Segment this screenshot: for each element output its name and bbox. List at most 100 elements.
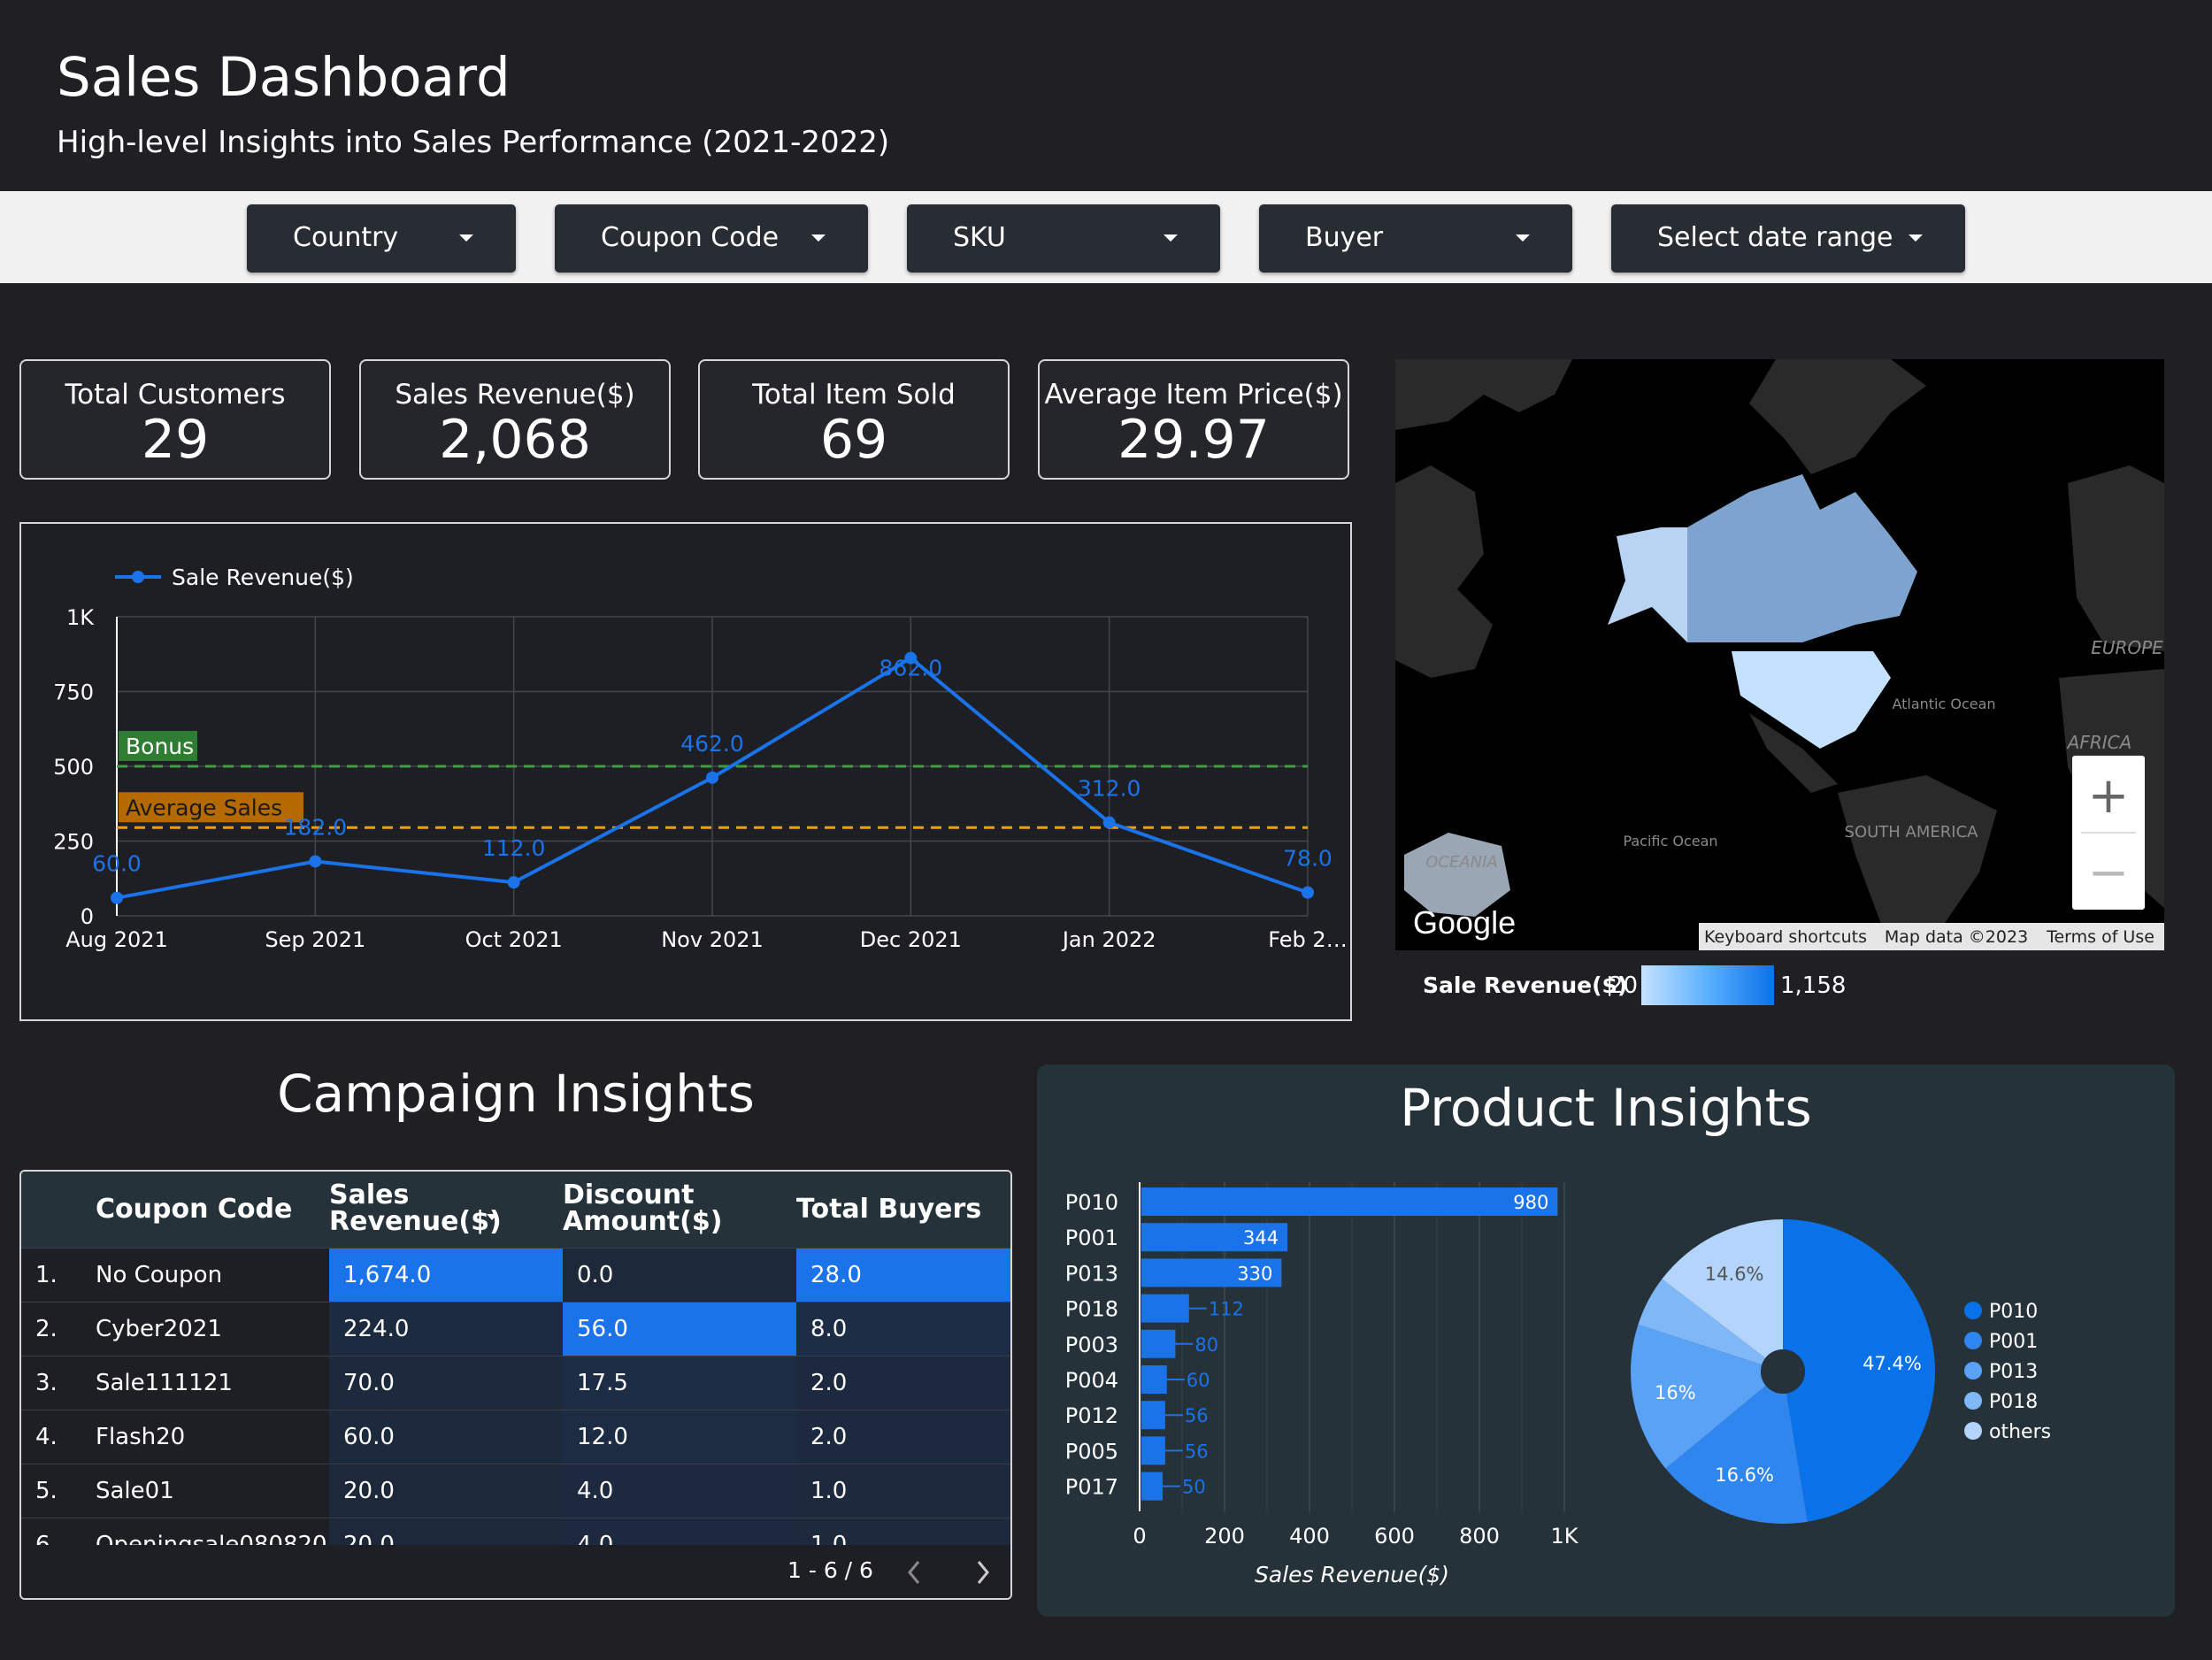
country-filter[interactable]: Country	[247, 204, 516, 273]
cell-idx: 2.	[35, 1316, 58, 1342]
kpi-sales-revenue: Sales Revenue($) 2,068	[359, 359, 671, 480]
kpi-label: Average Item Price($)	[1044, 379, 1343, 411]
kpi-value: 2,068	[439, 409, 591, 471]
data-label: 312.0	[1078, 776, 1141, 802]
y-tick-label: 0	[81, 904, 94, 929]
coupon-code-filter-label: Coupon Code	[601, 222, 780, 253]
buyer-filter[interactable]: Buyer	[1259, 204, 1572, 273]
next-page-icon[interactable]	[977, 1561, 989, 1584]
map-legend-min: 20	[1609, 972, 1639, 999]
reference-label: Bonus	[119, 731, 197, 761]
data-point	[1302, 886, 1314, 899]
data-label: 862.0	[879, 656, 943, 681]
cell-discount: 12.0	[563, 1410, 796, 1464]
x-tick-label: Sep 2021	[265, 927, 365, 952]
caret-down-icon	[1164, 234, 1178, 242]
reference-label-text: Bonus	[126, 734, 194, 759]
sku-filter[interactable]: SKU	[907, 204, 1220, 273]
data-label: 60.0	[92, 851, 142, 877]
keyboard-shortcuts-link[interactable]: Keyboard shortcuts	[1704, 927, 1867, 947]
page-title: Sales Dashboard	[57, 46, 511, 109]
x-tick-label: Jan 2022	[1061, 927, 1156, 952]
campaign-insights-title: Campaign Insights	[277, 1064, 755, 1124]
y-tick-label: 250	[53, 830, 94, 855]
data-point	[309, 855, 322, 868]
zoom-in-button[interactable]: +	[2088, 767, 2130, 825]
data-label: 112.0	[482, 835, 546, 861]
cell-idx: 3.	[35, 1370, 58, 1396]
cell-discount: 56.0	[563, 1303, 796, 1356]
cell-code: No Coupon	[96, 1262, 223, 1288]
map-label-oceania: OCEANIA	[1425, 853, 1498, 872]
reference-label: Average Sales	[119, 792, 303, 823]
country-filter-label: Country	[293, 222, 399, 253]
map-svg: EUROPE AFRICA Atlantic Ocean SOUTH AMERI…	[1395, 359, 2164, 950]
table-row[interactable]: 4. Flash20 60.0 12.0 2.0	[21, 1410, 1010, 1464]
kpi-total-item-sold: Total Item Sold 69	[698, 359, 1010, 480]
data-point	[706, 771, 718, 784]
cell-discount: 4.0	[563, 1464, 796, 1518]
map-label-europe: EUROPE	[2091, 637, 2163, 658]
terms-of-use-link[interactable]: Terms of Use	[2046, 927, 2154, 947]
prev-page-icon[interactable]	[908, 1561, 920, 1584]
caret-down-icon	[459, 234, 473, 242]
sort-desc-icon[interactable]	[487, 1214, 497, 1220]
kpi-label: Sales Revenue($)	[395, 379, 635, 411]
cell-revenue: 70.0	[329, 1356, 563, 1410]
filter-bar: Country Coupon Code SKU Buyer Select dat…	[0, 191, 2212, 283]
kpi-value: 29	[141, 409, 210, 471]
legend-label: Sale Revenue($)	[172, 565, 354, 590]
product-insights-panel	[1037, 1064, 2175, 1617]
geo-map[interactable]: EUROPE AFRICA Atlantic Ocean SOUTH AMERI…	[1395, 359, 2164, 950]
x-tick-label: Feb 2…	[1268, 927, 1347, 952]
caret-down-icon	[811, 234, 826, 242]
kpi-total-customers: Total Customers 29	[19, 359, 331, 480]
buyer-filter-label: Buyer	[1305, 222, 1384, 253]
map-label-africa: AFRICA	[2066, 732, 2132, 753]
cell-revenue: 1,674.0	[329, 1249, 563, 1302]
table-row[interactable]: 2. Cyber2021 224.0 56.0 8.0	[21, 1302, 1010, 1356]
caret-down-icon	[1516, 234, 1530, 242]
table-row[interactable]: 1. No Coupon 1,674.0 0.0 28.0	[21, 1248, 1010, 1302]
caret-down-icon	[1909, 234, 1923, 242]
sku-filter-label: SKU	[953, 222, 1006, 253]
cell-code: Sale01	[96, 1478, 174, 1504]
cell-buyers: 28.0	[796, 1249, 1010, 1302]
data-label: 462.0	[680, 731, 744, 757]
cell-buyers: 2.0	[796, 1356, 1010, 1410]
data-label: 78.0	[1283, 846, 1333, 872]
cell-discount: 0.0	[563, 1249, 796, 1302]
table-row[interactable]: 3. Sale111121 70.0 17.5 2.0	[21, 1356, 1010, 1410]
coupon-code-filter[interactable]: Coupon Code	[555, 204, 868, 273]
map-label-atlantic: Atlantic Ocean	[1892, 696, 1995, 712]
campaign-table: Coupon Code Sales Revenue($) Discount Am…	[19, 1170, 1012, 1600]
line-chart-svg: 0 250 500 750 1K Aug 2021 Sep 2021 Oct 2021 Nov …	[53, 565, 1348, 952]
x-tick-label: Nov 2021	[661, 927, 764, 952]
map-legend-label: Sale Revenue($)	[1423, 972, 1628, 998]
cell-idx: 4.	[35, 1424, 58, 1450]
data-point	[111, 891, 123, 904]
kpi-value: 69	[819, 409, 888, 471]
data-point	[1102, 816, 1116, 829]
data-label: 182.0	[284, 814, 348, 840]
map-label-pacific: Pacific Ocean	[1623, 833, 1717, 849]
google-logo: Google	[1413, 904, 1516, 941]
kpi-average-item-price: Average Item Price($) 29.97	[1038, 359, 1349, 480]
x-tick-label: Dec 2021	[860, 927, 962, 952]
table-row[interactable]: 5. Sale01 20.0 4.0 1.0	[21, 1464, 1010, 1518]
pagination-controls	[908, 1561, 989, 1584]
kpi-value: 29.97	[1118, 409, 1270, 471]
cell-buyers: 2.0	[796, 1410, 1010, 1464]
cell-idx: 5.	[35, 1478, 58, 1504]
y-tick-label: 1K	[66, 605, 95, 630]
cell-code: Flash20	[96, 1424, 186, 1450]
map-data-credit: Map data ©2023	[1885, 927, 2028, 947]
kpi-label: Total Item Sold	[752, 379, 956, 411]
cell-idx: 1.	[35, 1262, 58, 1288]
date-range-filter[interactable]: Select date range	[1611, 204, 1965, 273]
cell-revenue: 20.0	[329, 1464, 563, 1518]
zoom-out-button[interactable]: −	[2088, 844, 2130, 902]
x-tick-label: Aug 2021	[65, 927, 168, 952]
page-subtitle: High-level Insights into Sales Performan…	[57, 125, 890, 160]
sales-revenue-line-chart: 0 250 500 750 1K Aug 2021 Sep 2021 Oct 2021 Nov …	[19, 522, 1352, 1021]
